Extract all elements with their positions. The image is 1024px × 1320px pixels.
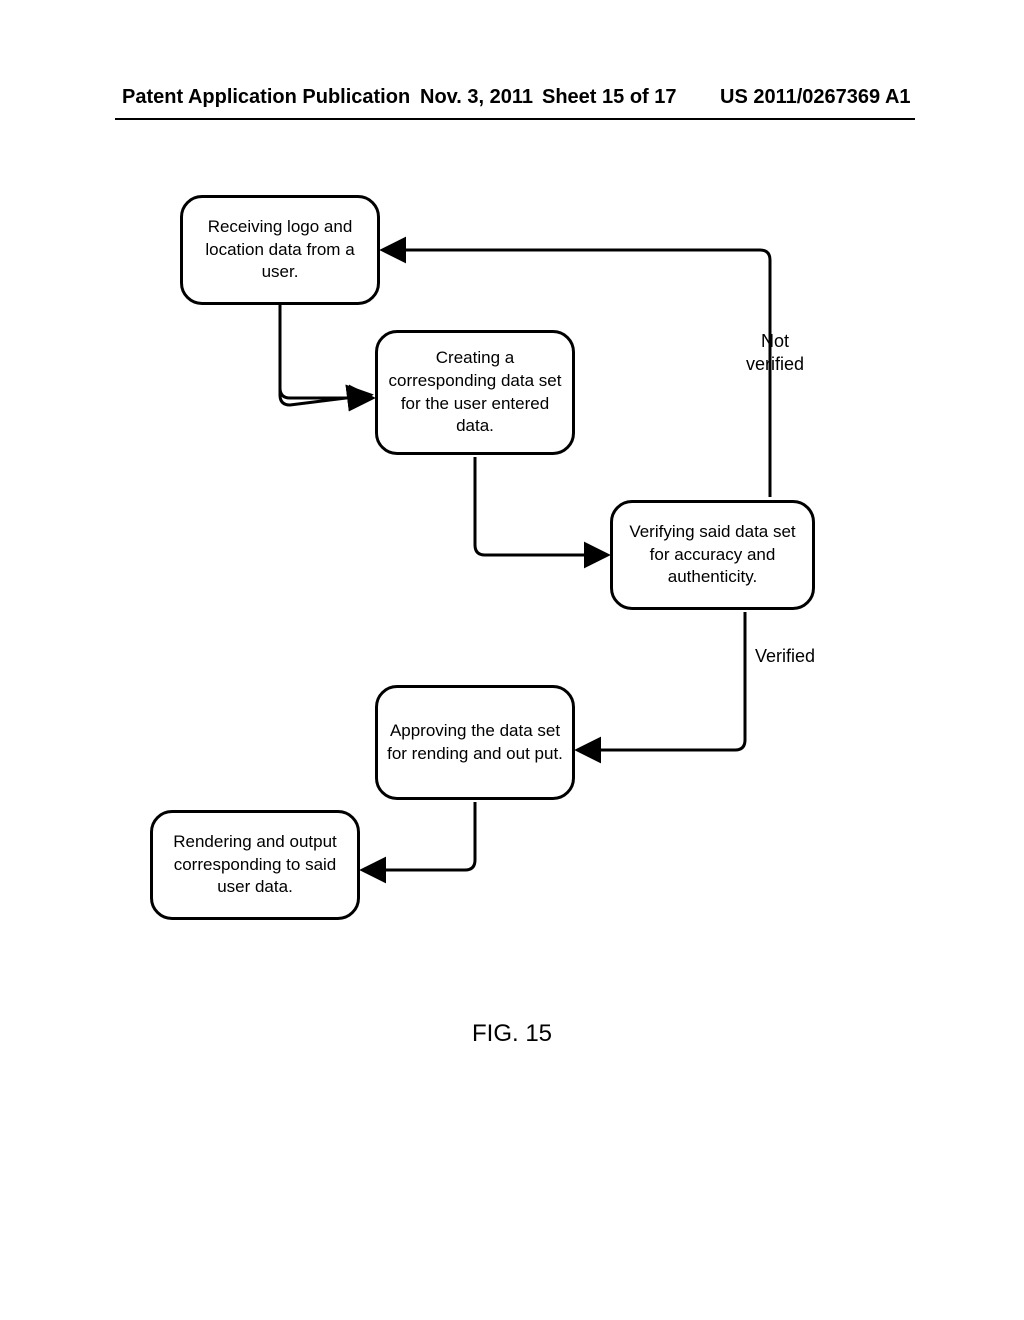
flow-box-render: Rendering and output corresponding to sa…	[150, 810, 360, 920]
connector-b2-b3	[475, 457, 607, 555]
header-rule	[115, 118, 915, 120]
flow-box-verify: Verifying said data set for accuracy and…	[610, 500, 815, 610]
label-not-verified: Not verified	[730, 330, 820, 377]
header-publication-number: US 2011/0267369 A1	[720, 86, 911, 109]
header-sheet: Sheet 15 of 17	[542, 86, 677, 109]
header-publication-type: Patent Application Publication	[122, 86, 410, 109]
flow-box-receive-text: Receiving logo and location data from a …	[191, 216, 369, 285]
connector-b3-verified-b4	[578, 612, 745, 750]
flow-box-render-text: Rendering and output corresponding to sa…	[161, 831, 349, 900]
flow-box-create-text: Creating a corresponding data set for th…	[386, 347, 564, 439]
flow-box-create: Creating a corresponding data set for th…	[375, 330, 575, 455]
figure-label: FIG. 15	[0, 1020, 1024, 1048]
flow-box-receive: Receiving logo and location data from a …	[180, 195, 380, 305]
connector-b4-b5	[363, 802, 475, 870]
flow-connectors	[0, 0, 1024, 1320]
flow-box-approve-text: Approving the data set for rending and o…	[386, 720, 564, 766]
connector-b1-b2	[280, 307, 372, 398]
flow-box-verify-text: Verifying said data set for accuracy and…	[621, 521, 804, 590]
header-date: Nov. 3, 2011	[420, 86, 533, 109]
label-verified: Verified	[755, 645, 815, 668]
flow-box-approve: Approving the data set for rending and o…	[375, 685, 575, 800]
connector-receive-to-create	[280, 305, 370, 405]
page: Patent Application Publication Nov. 3, 2…	[0, 0, 1024, 1320]
